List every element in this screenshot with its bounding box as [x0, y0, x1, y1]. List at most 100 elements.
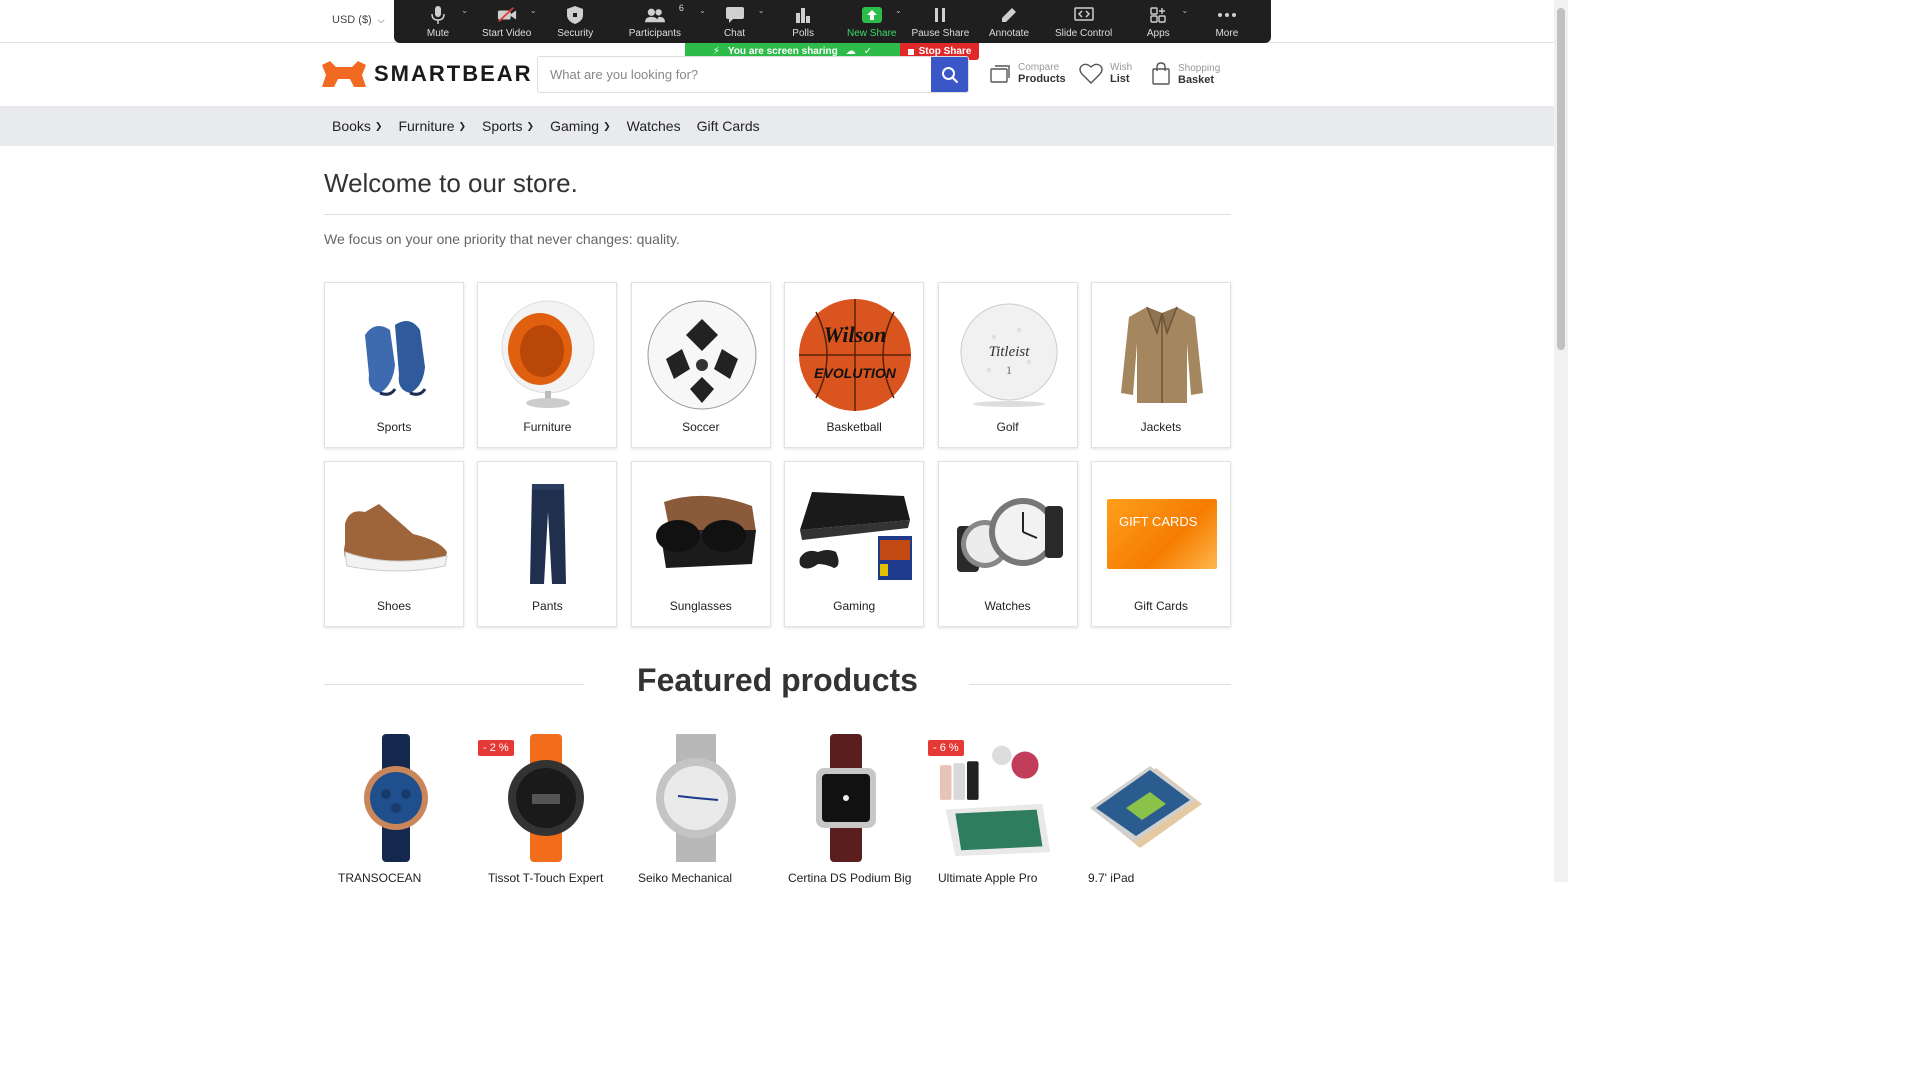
svg-text:Wilson: Wilson	[824, 322, 887, 347]
category-label: Pants	[532, 599, 563, 613]
pencil-icon	[999, 5, 1019, 25]
category-label: Watches	[984, 599, 1031, 613]
category-label: Gaming	[833, 599, 876, 613]
category-card-sports[interactable]: Sports	[324, 282, 464, 448]
search-button[interactable]	[931, 57, 968, 92]
category-nav: Books ❯ Furniture ❯ Sports ❯ Gaming ❯ Watche…	[0, 106, 1554, 146]
shoe-image	[335, 470, 455, 598]
chevron-down-icon[interactable]: ⌄	[530, 6, 537, 15]
category-label: Furniture	[523, 420, 572, 434]
slide-control-button[interactable]: Slide Control	[1044, 0, 1124, 43]
chevron-down-icon: ⌵	[377, 14, 385, 25]
category-card-gaming[interactable]: Gaming	[784, 461, 925, 627]
nav-item-watches[interactable]: Watches	[627, 118, 681, 134]
smartbear-logo[interactable]: SMARTBEAR	[322, 61, 533, 87]
shield-icon	[565, 5, 585, 25]
page-title: Welcome to our store.	[324, 168, 578, 198]
ball-chair-image	[488, 291, 608, 419]
category-card-shoes[interactable]: Shoes	[324, 461, 464, 627]
apps-label: Apps	[1146, 28, 1170, 39]
category-card-watches[interactable]: Watches	[937, 461, 1078, 627]
currency-selector[interactable]: USD ($) ⌵	[332, 14, 385, 26]
compare-icon	[990, 64, 1010, 83]
nav-item-books[interactable]: Books ❯	[332, 118, 382, 134]
category-card-gift-cards[interactable]: GIFT CARDS Gift Cards	[1090, 461, 1231, 627]
wish-big: List	[1110, 73, 1130, 85]
product-card-apple-pro[interactable]: - 6 % Ultimate Apple Pro	[926, 730, 1066, 885]
mute-button[interactable]: ⌄ Mute	[404, 0, 472, 43]
chevron-down-icon[interactable]: ⌄	[895, 6, 902, 15]
chevron-down-icon[interactable]: ⌄	[1182, 6, 1189, 15]
compare-products-link[interactable]: Compare Products	[989, 62, 1066, 85]
product-card-tissot[interactable]: - 2 % Tissot T-Touch Expert	[476, 730, 616, 885]
microphone-icon	[428, 5, 448, 25]
category-label: Golf	[996, 420, 1019, 434]
shopping-basket-link[interactable]: Shopping Basket	[1151, 62, 1220, 86]
sports-shoes-image	[335, 291, 455, 419]
basketball-image: Wilson EVOLUTION	[795, 291, 915, 419]
product-card-ipad[interactable]: 9.7' iPad	[1076, 730, 1216, 885]
annotate-button[interactable]: Annotate	[975, 0, 1043, 43]
wish-list-link[interactable]: Wish List	[1079, 62, 1132, 85]
more-button[interactable]: More	[1193, 0, 1261, 43]
product-card-seiko[interactable]: Seiko Mechanical	[626, 730, 766, 885]
category-label: Soccer	[682, 420, 720, 434]
category-label: Sports	[376, 420, 412, 434]
ipad-image	[1086, 732, 1206, 864]
zoom-toolbar: ⌄ Mute ⌄ Start Video Security 6 ⌄ Partic…	[394, 0, 1271, 43]
featured-products: TRANSOCEAN - 2 % Tissot T-Touch Expert S…	[324, 730, 1231, 885]
logo-text: SMARTBEAR	[374, 61, 533, 86]
seiko-watch-image	[636, 732, 756, 864]
security-label: Security	[557, 28, 594, 39]
category-card-jackets[interactable]: Jackets	[1090, 282, 1231, 448]
nav-item-gaming[interactable]: Gaming ❯	[550, 118, 611, 134]
mute-label: Mute	[426, 28, 450, 39]
share-up-icon	[861, 5, 882, 25]
certina-watch-image	[786, 732, 906, 864]
polls-icon	[793, 5, 813, 25]
nav-item-sports[interactable]: Sports ❯	[482, 118, 534, 134]
slide-control-icon	[1073, 5, 1094, 25]
category-card-sunglasses[interactable]: Sunglasses	[630, 461, 771, 627]
nav-item-furniture[interactable]: Furniture ❯	[398, 118, 466, 134]
participants-label: Participants	[628, 28, 681, 39]
chevron-down-icon: ❯	[458, 120, 467, 131]
heart-icon	[1079, 63, 1103, 84]
chat-label: Chat	[723, 28, 746, 39]
category-card-basketball[interactable]: Wilson EVOLUTION Basketball	[784, 282, 925, 448]
shopping-bag-icon	[1152, 62, 1170, 85]
category-card-pants[interactable]: Pants	[477, 461, 618, 627]
chat-button[interactable]: ⌄ Chat	[701, 0, 769, 43]
category-card-soccer[interactable]: Soccer	[630, 282, 771, 448]
bear-logo-icon	[322, 61, 366, 87]
chevron-down-icon: ❯	[526, 120, 535, 131]
product-card-certina[interactable]: Certina DS Podium Big	[776, 730, 916, 885]
svg-text:1: 1	[1006, 363, 1012, 377]
nav-item-gift-cards[interactable]: Gift Cards	[697, 118, 760, 134]
start-video-label: Start Video	[481, 28, 532, 39]
search-input[interactable]	[538, 57, 931, 92]
pause-share-button[interactable]: Pause Share	[906, 0, 974, 43]
search-icon	[941, 66, 958, 83]
apps-button[interactable]: ⌄ Apps	[1124, 0, 1192, 43]
category-card-furniture[interactable]: Furniture	[477, 282, 618, 448]
product-card-transocean[interactable]: TRANSOCEAN	[326, 730, 466, 885]
chevron-down-icon[interactable]: ⌄	[758, 6, 765, 15]
tagline: We focus on your one priority that never…	[324, 231, 680, 247]
new-share-button[interactable]: ⌄ New Share	[838, 0, 906, 43]
category-label: Jackets	[1140, 420, 1182, 434]
chevron-down-icon[interactable]: ⌄	[461, 6, 468, 15]
start-video-button[interactable]: ⌄ Start Video	[473, 0, 541, 43]
security-button[interactable]: Security	[541, 0, 609, 43]
nav-item-label: Furniture	[398, 118, 455, 134]
scrollbar-thumb[interactable]	[1557, 8, 1565, 350]
participants-button[interactable]: 6 ⌄ Participants	[610, 0, 706, 43]
category-card-golf[interactable]: Titleist 1 Golf	[937, 282, 1078, 448]
sunglasses-image	[642, 470, 762, 598]
page-scrollbar[interactable]	[1554, 0, 1568, 882]
polls-button[interactable]: Polls	[769, 0, 837, 43]
product-name: Certina DS Podium Big	[788, 871, 912, 885]
nav-item-label: Books	[332, 118, 371, 134]
discount-badge: - 2 %	[478, 740, 514, 756]
gaming-console-image	[795, 470, 915, 598]
